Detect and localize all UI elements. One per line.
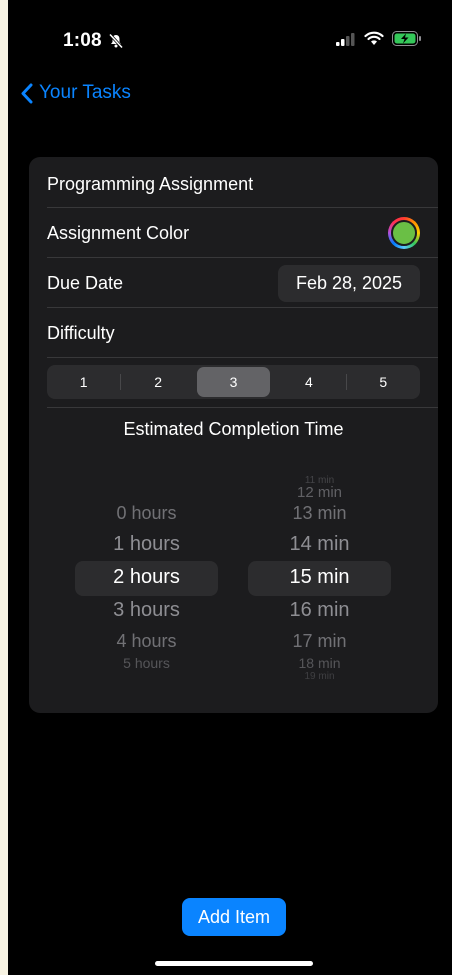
difficulty-option-label: 2	[154, 374, 162, 390]
minutes-option[interactable]: 12 min	[247, 484, 392, 501]
task-name-field[interactable]: Programming Assignment	[47, 159, 438, 209]
due-date-picker[interactable]: Feb 28, 2025	[278, 265, 420, 302]
chevron-left-icon	[21, 83, 33, 103]
back-button[interactable]: Your Tasks	[20, 82, 131, 104]
difficulty-option-label: 5	[379, 374, 388, 390]
difficulty-option-3[interactable]: 3	[196, 367, 271, 397]
task-name-value: Programming Assignment	[47, 173, 254, 194]
back-button-label: Your Tasks	[39, 82, 131, 103]
difficulty-label: Difficulty	[47, 322, 115, 343]
minutes-option-selected[interactable]: 15 min	[247, 566, 392, 589]
hours-option[interactable]: 0 hours	[74, 503, 219, 524]
difficulty-option-label: 4	[305, 374, 313, 390]
difficulty-option-5[interactable]: 5	[347, 365, 420, 399]
cellular-signal-icon	[336, 32, 355, 46]
color-picker-button[interactable]	[388, 217, 420, 249]
difficulty-option-label: 1	[79, 374, 88, 390]
minutes-option[interactable]: 13 min	[247, 503, 392, 524]
status-time: 1:08	[63, 30, 124, 52]
wifi-icon	[364, 31, 384, 45]
battery-charging-icon	[392, 31, 421, 46]
hours-option-selected[interactable]: 2 hours	[74, 566, 219, 589]
estimated-time-title: Estimated Completion Time	[123, 419, 344, 439]
hours-option[interactable]: 3 hours	[74, 599, 219, 622]
assignment-color-label: Assignment Color	[47, 222, 190, 243]
due-date-value: Feb 28, 2025	[295, 273, 403, 293]
minutes-option[interactable]: 14 min	[247, 533, 392, 556]
home-indicator[interactable]	[155, 961, 313, 966]
divider	[47, 357, 438, 358]
hours-option[interactable]: 1 hours	[74, 533, 219, 556]
bell-slash-icon	[108, 33, 123, 49]
add-item-button[interactable]: Add Item	[182, 898, 286, 936]
status-indicators	[336, 31, 422, 46]
selected-color-swatch	[391, 220, 417, 246]
hours-option[interactable]: 4 hours	[74, 631, 219, 652]
difficulty-option-label: 3	[229, 374, 238, 390]
divider	[47, 407, 438, 408]
difficulty-segmented-control: 1 2 3 4 5	[47, 365, 420, 399]
difficulty-option-2[interactable]: 2	[121, 365, 194, 399]
assignment-color-row: Assignment Color	[47, 208, 438, 258]
phone-screen: 1:08 Your Tasks Programming Assignment A…	[8, 0, 452, 975]
minutes-option[interactable]: 18 min	[247, 655, 392, 671]
difficulty-option-1[interactable]: 1	[47, 365, 120, 399]
difficulty-row: Difficulty	[47, 308, 438, 358]
add-item-label: Add Item	[197, 906, 271, 927]
hours-option[interactable]: 5 hours	[74, 655, 219, 671]
minutes-option[interactable]: 17 min	[247, 631, 392, 652]
due-date-label: Due Date	[47, 272, 124, 293]
minutes-option[interactable]: 19 min	[247, 671, 392, 682]
status-time-text: 1:08	[63, 30, 102, 51]
task-form-card: Programming Assignment Assignment Color …	[29, 157, 438, 713]
difficulty-option-4[interactable]: 4	[272, 365, 345, 399]
minutes-option[interactable]: 16 min	[247, 599, 392, 622]
